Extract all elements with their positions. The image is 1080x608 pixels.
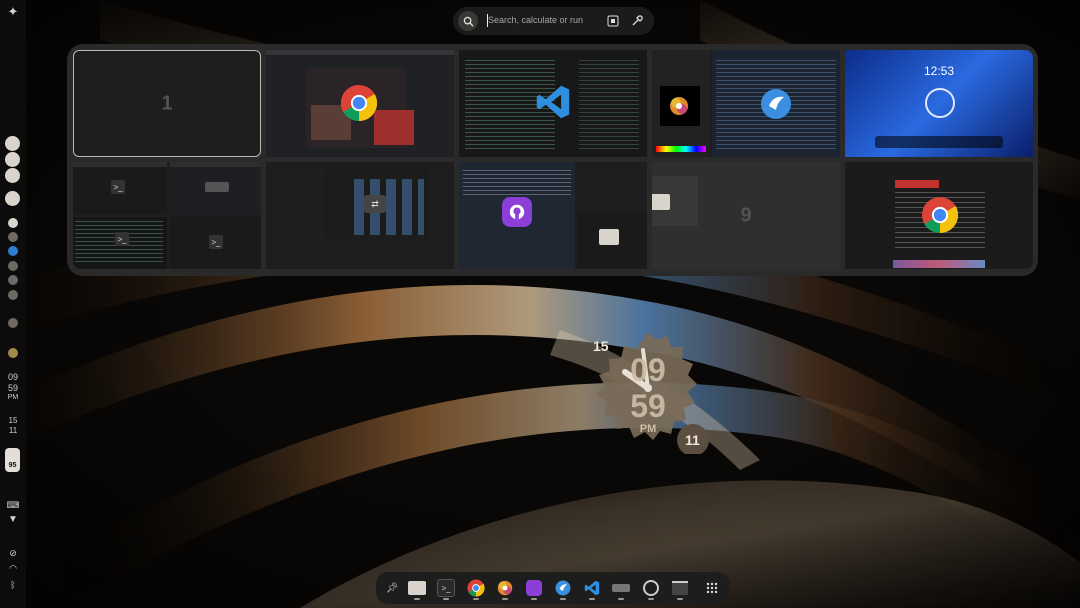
battery-icon[interactable]: 95 bbox=[5, 448, 20, 472]
color-picker-icon[interactable] bbox=[629, 13, 645, 29]
workspace-3[interactable] bbox=[459, 50, 647, 157]
desktop-clock-widget: 15 09 59 PM 11 bbox=[585, 328, 711, 456]
switcher-icon: ⇄ bbox=[364, 195, 386, 213]
workspace-2[interactable] bbox=[266, 50, 454, 157]
folder-icon bbox=[652, 194, 670, 210]
color-picker-icon[interactable] bbox=[495, 578, 515, 598]
screenshot-icon[interactable] bbox=[605, 13, 621, 29]
github-icon bbox=[502, 197, 532, 227]
file-manager-icon[interactable] bbox=[407, 578, 427, 598]
clock-month: 11 bbox=[685, 432, 700, 448]
vscode-icon[interactable] bbox=[582, 578, 602, 598]
wifi-icon[interactable]: ◠ bbox=[0, 563, 26, 574]
dock: 📌︎ >_ bbox=[376, 572, 730, 604]
bluetooth-icon[interactable]: ᛒ bbox=[0, 580, 26, 590]
tray-app-icon[interactable] bbox=[5, 191, 20, 206]
panel-clock-hour: 09 bbox=[7, 372, 18, 382]
color-wheel-icon bbox=[669, 96, 689, 116]
mixer-icon[interactable] bbox=[670, 578, 690, 598]
network-icon[interactable]: ▼ bbox=[0, 514, 26, 525]
qbittorrent-icon bbox=[760, 88, 792, 120]
terminal-icon: >_ bbox=[111, 180, 125, 194]
workspace-1[interactable]: 1 bbox=[73, 50, 261, 157]
lockscreen-preview[interactable]: 12:53 bbox=[845, 50, 1033, 157]
search-bar[interactable]: Search, calculate or run bbox=[453, 7, 654, 35]
panel-clock-minute: 59 bbox=[7, 383, 18, 393]
tray-app-icon[interactable] bbox=[8, 232, 18, 242]
tray-app-icon[interactable] bbox=[8, 275, 18, 285]
workspace-number: 1 bbox=[161, 92, 173, 114]
vscode-icon bbox=[535, 84, 571, 120]
folder-icon bbox=[599, 229, 619, 245]
app-grid-icon[interactable] bbox=[702, 578, 722, 598]
workspace-overview: 1 12:53 >_ >_ >_ ⇄ 9 bbox=[67, 44, 1038, 276]
tray-app-icon[interactable] bbox=[5, 168, 20, 183]
workspace-10[interactable] bbox=[845, 162, 1033, 269]
tray-app-icon[interactable] bbox=[8, 261, 18, 271]
workspace-4[interactable] bbox=[652, 50, 840, 157]
battery-level: 95 bbox=[8, 462, 17, 469]
webcam-icon[interactable] bbox=[641, 578, 661, 598]
panel-clock-ampm: PM bbox=[7, 394, 19, 401]
panel-date-day: 15 bbox=[8, 416, 18, 425]
search-input[interactable]: Search, calculate or run bbox=[488, 15, 583, 25]
tray-app-icon[interactable] bbox=[8, 290, 18, 300]
workspace-indicator[interactable] bbox=[8, 218, 18, 228]
clock-minute: 59 bbox=[630, 388, 666, 424]
keyboard-icon[interactable]: ⌨ bbox=[0, 500, 26, 511]
clock-hour: 09 bbox=[630, 352, 666, 388]
workspace-8[interactable] bbox=[459, 162, 647, 269]
tiles-icon bbox=[205, 182, 229, 192]
chrome-icon bbox=[340, 84, 378, 122]
workspace-6[interactable]: >_ >_ >_ bbox=[73, 162, 261, 269]
vscode-icon[interactable] bbox=[8, 246, 18, 256]
pin-icon[interactable]: 📌︎ bbox=[382, 578, 402, 598]
github-desktop-icon[interactable] bbox=[524, 578, 544, 598]
mic-muted-icon[interactable]: ⊘ bbox=[0, 548, 26, 559]
left-panel: ✦ 09 59 PM 15 11 95 ⌨ ▼ ⊘ ◠ ᛒ bbox=[0, 0, 26, 608]
workspace-7[interactable]: ⇄ bbox=[266, 162, 454, 269]
tray-app-icon[interactable] bbox=[8, 348, 18, 358]
search-icon bbox=[458, 11, 478, 31]
terminal-icon[interactable]: >_ bbox=[436, 578, 456, 598]
terminal-tiles-icon[interactable] bbox=[611, 578, 631, 598]
lockscreen-time: 12:53 bbox=[923, 64, 955, 78]
tray-app-icon[interactable] bbox=[8, 318, 18, 328]
workspace-9[interactable]: 9 bbox=[652, 162, 840, 269]
chrome-icon[interactable] bbox=[466, 578, 486, 598]
workspace-5[interactable]: 12:53 bbox=[845, 50, 1033, 157]
chrome-icon bbox=[921, 196, 959, 234]
qbittorrent-icon[interactable] bbox=[553, 578, 573, 598]
panel-date-month: 11 bbox=[8, 426, 18, 435]
terminal-icon: >_ bbox=[209, 235, 223, 249]
tray-app-icon[interactable] bbox=[5, 136, 20, 151]
terminal-icon: >_ bbox=[115, 232, 129, 246]
tray-app-icon[interactable] bbox=[5, 152, 20, 167]
launcher-icon[interactable]: ✦ bbox=[0, 4, 26, 20]
